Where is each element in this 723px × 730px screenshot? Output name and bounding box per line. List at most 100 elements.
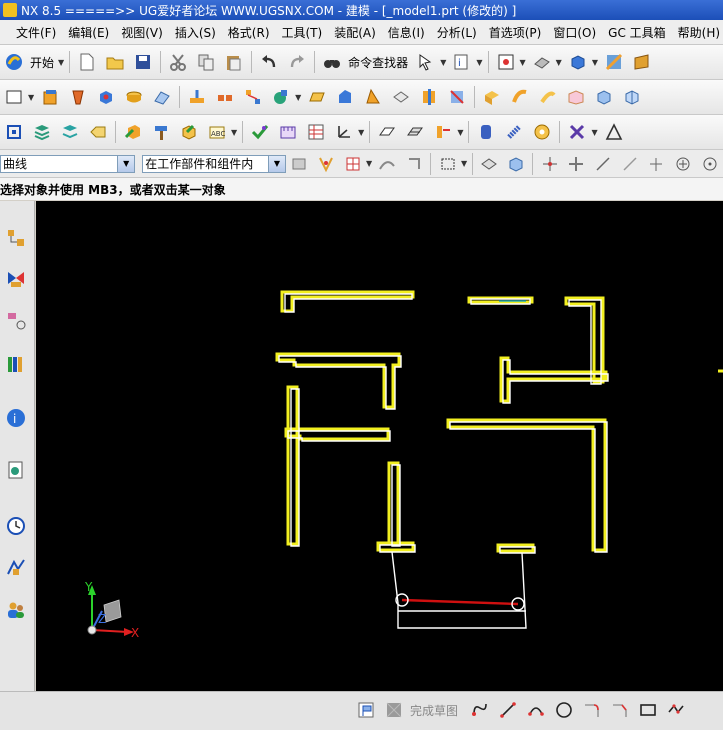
layer-icon[interactable] <box>630 50 654 74</box>
snap-slash-icon[interactable] <box>618 152 641 176</box>
snap-point-icon[interactable] <box>315 152 338 176</box>
cylinder-icon[interactable] <box>122 85 146 109</box>
orient-view-icon[interactable] <box>566 50 590 74</box>
pattern-icon[interactable] <box>213 85 237 109</box>
menu-help[interactable]: 帮助(H) <box>672 24 723 41</box>
display-edit-icon[interactable] <box>431 120 455 144</box>
thicken-icon[interactable] <box>389 85 413 109</box>
mate-component-icon[interactable] <box>177 120 201 144</box>
tools-dropdown-icon[interactable]: ▼ <box>591 128 597 137</box>
floor-plan-canvas[interactable]: Y X Z <box>36 201 723 691</box>
start-dropdown-icon[interactable]: ▼ <box>58 58 64 67</box>
wcs-dropdown-icon[interactable]: ▼ <box>358 128 364 137</box>
move-face-icon[interactable] <box>536 85 560 109</box>
spring-icon[interactable] <box>502 120 526 144</box>
menu-tools[interactable]: 工具(T) <box>276 24 329 41</box>
system-scene-icon[interactable] <box>3 553 29 583</box>
undo-icon[interactable] <box>257 50 281 74</box>
filter-dropdown-icon[interactable]: ▼ <box>440 58 446 67</box>
orient-dropdown-icon[interactable]: ▼ <box>592 58 598 67</box>
selection-filter-icon[interactable] <box>414 50 438 74</box>
block-icon[interactable] <box>94 85 118 109</box>
reuse-library-icon[interactable] <box>3 349 29 379</box>
assembly-navigator-icon[interactable] <box>3 223 29 253</box>
layer-settings-icon[interactable] <box>30 120 54 144</box>
rib-icon[interactable] <box>620 85 644 109</box>
start-icon[interactable] <box>2 50 26 74</box>
menu-format[interactable]: 格式(R) <box>222 24 276 41</box>
roles-icon[interactable] <box>3 595 29 625</box>
point-set-icon[interactable] <box>241 85 265 109</box>
snap-dropdown-icon[interactable]: ▼ <box>366 159 372 168</box>
chevron-down-icon[interactable]: ▼ <box>267 155 285 172</box>
split-body-icon[interactable] <box>445 85 469 109</box>
select-face-icon[interactable] <box>505 152 528 176</box>
spreadsheet-icon[interactable] <box>304 120 328 144</box>
menu-insert[interactable]: 插入(S) <box>169 24 222 41</box>
snap-line-icon[interactable] <box>592 152 615 176</box>
delete-face-icon[interactable] <box>564 85 588 109</box>
cut-icon[interactable] <box>166 50 190 74</box>
edge-blend-icon[interactable] <box>305 85 329 109</box>
polyline-icon[interactable] <box>664 698 688 722</box>
assembly-nav-icon[interactable] <box>2 120 26 144</box>
replace-face-icon[interactable] <box>508 85 532 109</box>
new-file-icon[interactable] <box>75 50 99 74</box>
tag-icon[interactable] <box>86 120 110 144</box>
info-object-icon[interactable]: i <box>450 50 474 74</box>
chamfer-icon[interactable] <box>333 85 357 109</box>
layer-category-icon[interactable] <box>58 120 82 144</box>
snap-center-icon[interactable] <box>672 152 695 176</box>
note-dropdown-icon[interactable]: ▼ <box>231 128 237 137</box>
snap-quadrant-icon[interactable] <box>698 152 721 176</box>
add-component-icon[interactable] <box>121 120 145 144</box>
check-geometry-icon[interactable] <box>248 120 272 144</box>
select-dropdown-icon[interactable]: ▼ <box>461 159 467 168</box>
chamfer-sketch-icon[interactable] <box>608 698 632 722</box>
save-icon[interactable] <box>131 50 155 74</box>
menu-file[interactable]: 文件(F) <box>10 24 62 41</box>
snap-grid-icon[interactable] <box>341 152 364 176</box>
command-finder-button[interactable]: 命令查找器 <box>348 54 408 71</box>
snap-midpoint-icon[interactable] <box>565 152 588 176</box>
curve-rule-icon[interactable] <box>376 152 399 176</box>
sketch-icon[interactable] <box>2 85 26 109</box>
offset-face-icon[interactable] <box>480 85 504 109</box>
background-icon[interactable] <box>602 50 626 74</box>
revolve-icon[interactable] <box>66 85 90 109</box>
binoculars-icon[interactable] <box>320 50 344 74</box>
type-filter-select[interactable]: 曲线 ▼ <box>0 154 136 173</box>
unite-icon[interactable] <box>269 85 293 109</box>
history-palette-icon[interactable] <box>3 455 29 485</box>
view-dropdown-icon[interactable]: ▼ <box>520 58 526 67</box>
chevron-down-icon[interactable]: ▼ <box>117 155 135 172</box>
datum-plane-icon[interactable] <box>185 85 209 109</box>
menu-window[interactable]: 窗口(O) <box>547 24 602 41</box>
measure-icon[interactable] <box>276 120 300 144</box>
rectangle-icon[interactable] <box>636 698 660 722</box>
info-dropdown-icon[interactable]: ▼ <box>476 58 482 67</box>
rectangle-select-icon[interactable] <box>436 152 459 176</box>
menu-information[interactable]: 信息(I) <box>382 24 431 41</box>
face-rule-icon[interactable] <box>403 152 426 176</box>
hammer-icon[interactable] <box>149 120 173 144</box>
fit-view-icon[interactable] <box>494 50 518 74</box>
part-navigator-icon[interactable] <box>3 306 29 336</box>
fillet-icon[interactable] <box>580 698 604 722</box>
line-icon[interactable] <box>496 698 520 722</box>
menu-view[interactable]: 视图(V) <box>115 24 169 41</box>
graphics-window[interactable]: Y X Z <box>36 201 723 691</box>
arc-icon[interactable] <box>524 698 548 722</box>
trim-body-icon[interactable] <box>417 85 441 109</box>
sketch-finish-flag-icon[interactable] <box>354 698 378 722</box>
finish-sketch-button[interactable]: 完成草图 <box>410 702 458 719</box>
menu-preferences[interactable]: 首选项(P) <box>483 24 548 41</box>
red-selected-line[interactable] <box>401 598 519 606</box>
clock-icon[interactable] <box>3 511 29 541</box>
sheet-metal-icon[interactable] <box>474 120 498 144</box>
sketch-dropdown-icon[interactable]: ▼ <box>28 93 34 102</box>
face-blend-icon[interactable] <box>150 85 174 109</box>
extrude-icon[interactable] <box>38 85 62 109</box>
selection-scope-select[interactable]: 在工作部件和组件内 ▼ <box>142 154 286 173</box>
circle-icon[interactable] <box>552 698 576 722</box>
